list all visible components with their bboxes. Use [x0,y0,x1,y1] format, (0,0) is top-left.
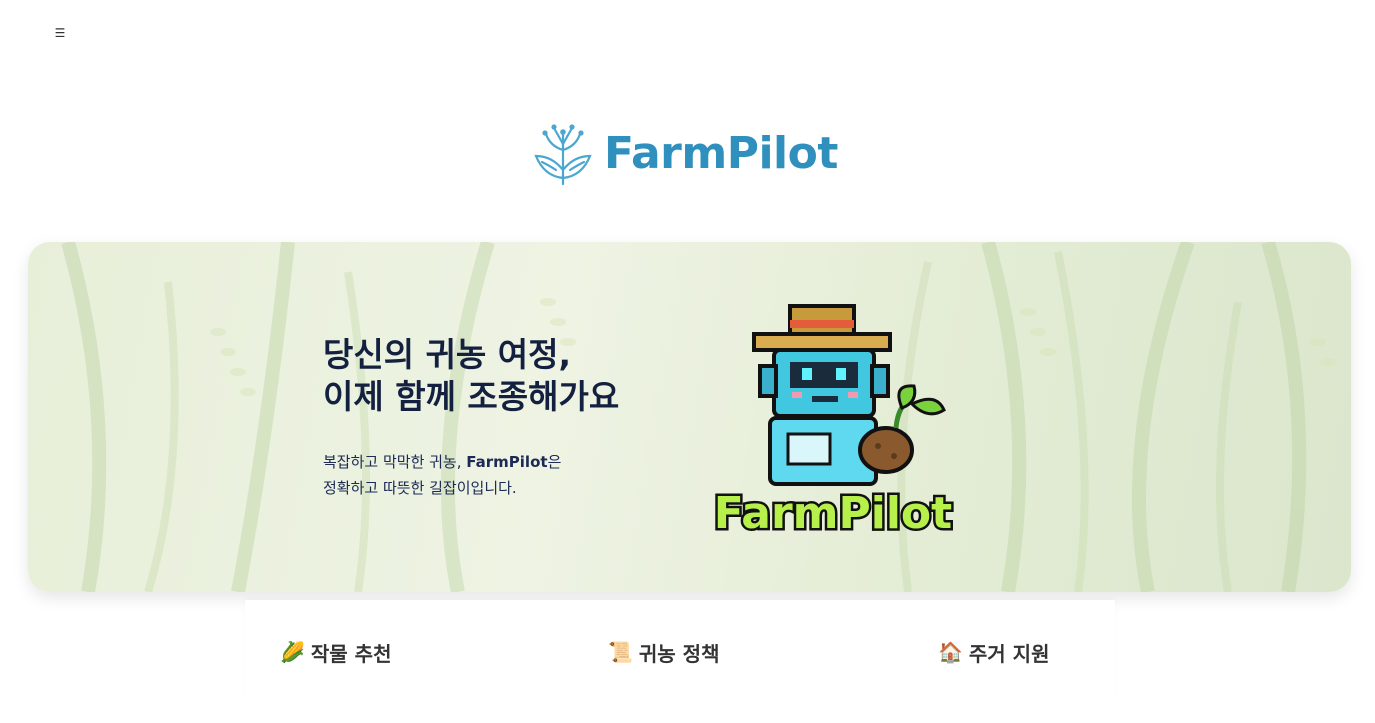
tab-housing-support[interactable]: 🏠 주거 지원 [938,636,1049,668]
mascot-text: FarmPilot [714,488,952,539]
menu-icon[interactable]: ☰ [52,24,68,42]
scroll-icon: 📜 [608,640,633,664]
tab-crop-recommendation[interactable]: 🌽 작물 추천 [280,636,391,668]
feature-tab-bar: 🌽 작물 추천 📜 귀농 정책 🏠 주거 지원 [245,600,1115,700]
robot-farmer-mascot-icon: FarmPilot [711,304,955,540]
house-icon: 🏠 [938,640,963,664]
brand-name: FarmPilot [466,453,548,471]
corn-icon: 🌽 [280,640,305,664]
logo[interactable]: FarmPilot [530,118,850,188]
rice-field-background [61,242,1336,592]
hero-title-line1: 당신의 귀농 여정, [323,335,572,374]
tab-label: 주거 지원 [968,641,1050,666]
hero-desc-line2: 정확하고 따뜻한 길잡이입니다. [323,479,517,497]
tab-label: 작물 추천 [310,641,392,666]
hero-desc-line1: 복잡하고 막막한 귀농, FarmPilot은 [323,453,562,471]
hero-banner: 당신의 귀농 여정, 이제 함께 조종해가요 복잡하고 막막한 귀농, Farm… [28,242,1351,592]
hero-title-line2: 이제 함께 조종해가요 [323,377,620,416]
leaf-circuit-icon [534,124,592,186]
hero-description: 복잡하고 막막한 귀농, FarmPilot은 정확하고 따뜻한 길잡이입니다. [323,449,561,501]
tab-farming-policy[interactable]: 📜 귀농 정책 [608,636,719,668]
logo-text: FarmPilot [604,127,838,179]
tab-label: 귀농 정책 [638,641,720,666]
hero-title: 당신의 귀농 여정, 이제 함께 조종해가요 [323,334,619,418]
